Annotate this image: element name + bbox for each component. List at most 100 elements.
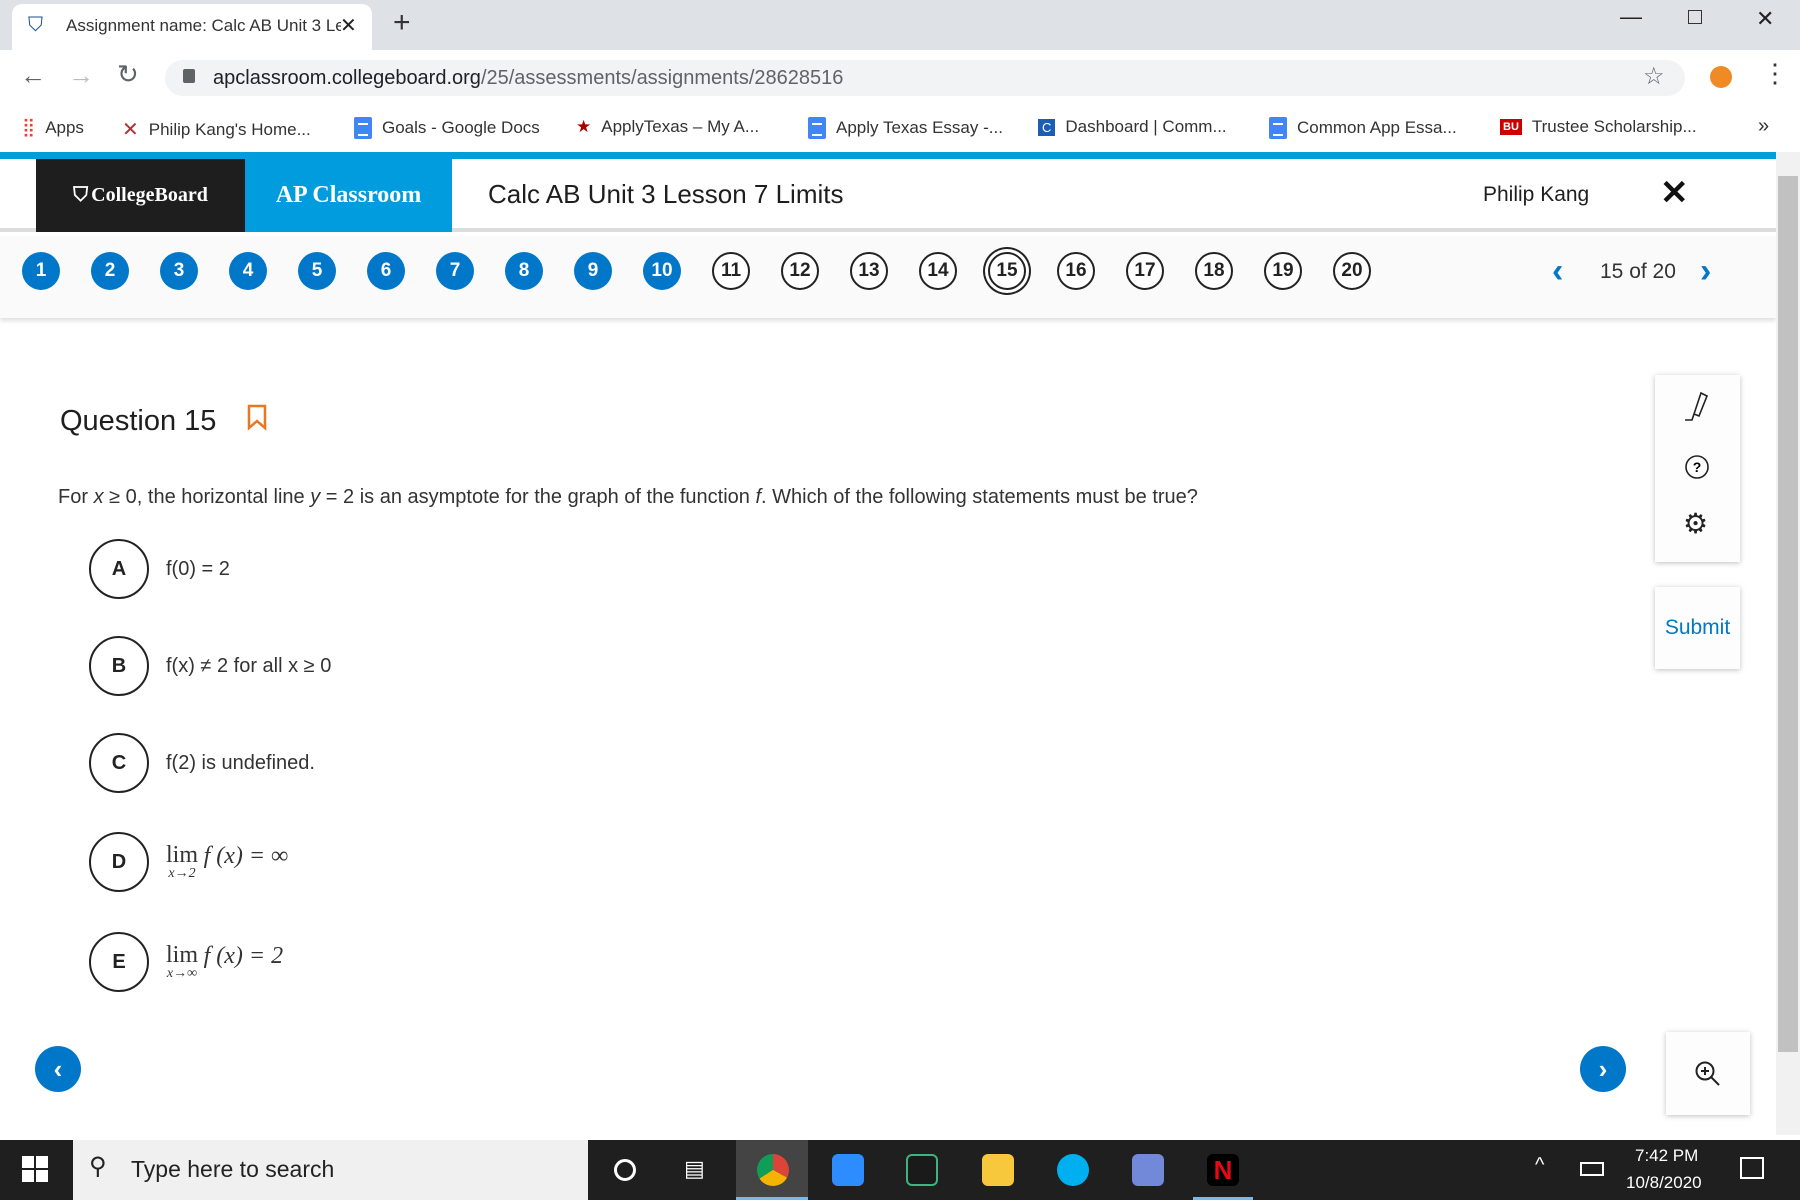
highlighter-icon[interactable] — [1683, 390, 1713, 424]
url-host: apclassroom.collegeboard.org — [213, 67, 481, 89]
option-c[interactable]: Cf(2) is undefined. — [89, 733, 315, 793]
restore-icon[interactable] — [1688, 10, 1702, 24]
browser-tab[interactable]: ⛉ Assignment name: Calc AB Unit 3 Lesson… — [12, 4, 372, 50]
question-counter: 15 of 20 — [1600, 260, 1676, 284]
option-letter[interactable]: E — [89, 932, 149, 992]
bookmark-dashboard[interactable]: CDashboard | Comm... — [1038, 117, 1227, 137]
clock-time[interactable]: 7:42 PM — [1635, 1146, 1698, 1166]
zoom-app-icon[interactable] — [832, 1154, 864, 1186]
bookmark-apps[interactable]: ⣿Apps — [22, 117, 84, 138]
option-letter[interactable]: A — [89, 539, 149, 599]
question-2-button[interactable]: 2 — [91, 252, 129, 290]
stem-text: ≥ 0, the horizontal line — [104, 486, 311, 508]
settings-icon[interactable]: ⚙ — [1683, 507, 1708, 540]
question-14-button[interactable]: 14 — [919, 252, 957, 290]
option-a[interactable]: Af(0) = 2 — [89, 539, 230, 599]
tab-title: Assignment name: Calc AB Unit 3 Lesson 7… — [66, 16, 341, 36]
notifications-icon[interactable] — [1740, 1157, 1764, 1179]
exit-icon[interactable]: ✕ — [1660, 173, 1689, 213]
question-16-button[interactable]: 16 — [1057, 252, 1095, 290]
bookmark-label: ApplyTexas – My A... — [601, 117, 759, 137]
assignment-title: Calc AB Unit 3 Lesson 7 Limits — [488, 179, 844, 210]
question-12-button[interactable]: 12 — [781, 252, 819, 290]
file-explorer-icon[interactable] — [982, 1154, 1014, 1186]
question-8-button[interactable]: 8 — [505, 252, 543, 290]
question-11-button[interactable]: 11 — [712, 252, 750, 290]
taskbar-search[interactable]: ⚲ Type here to search — [73, 1140, 588, 1200]
previous-page-button[interactable]: ‹ — [35, 1046, 81, 1092]
tray-chevron-icon[interactable]: ^ — [1535, 1154, 1544, 1177]
skype-icon[interactable] — [1057, 1154, 1089, 1186]
lock-icon — [183, 69, 195, 83]
close-tab-icon[interactable]: ✕ — [340, 13, 357, 38]
bookmark-home[interactable]: ✕Philip Kang's Home... — [122, 117, 311, 142]
option-e[interactable]: Elimx→∞ f (x) = 2 — [89, 932, 283, 992]
question-17-button[interactable]: 17 — [1126, 252, 1164, 290]
reload-icon[interactable]: ↻ — [117, 59, 139, 90]
question-7-button[interactable]: 7 — [436, 252, 474, 290]
next-question-icon[interactable]: › — [1700, 252, 1711, 291]
apps-grid-icon: ⣿ — [22, 117, 35, 138]
question-20-button[interactable]: 20 — [1333, 252, 1371, 290]
chrome-icon[interactable] — [757, 1154, 789, 1186]
bookmark-icon[interactable] — [246, 404, 268, 432]
zoom-button[interactable] — [1666, 1032, 1750, 1115]
option-b[interactable]: Bf(x) ≠ 2 for all x ≥ 0 — [89, 636, 331, 696]
bookmark-applytexas[interactable]: ★ApplyTexas – My A... — [576, 117, 759, 137]
bookmark-label: Philip Kang's Home... — [149, 120, 311, 140]
snipping-app-icon[interactable] — [906, 1154, 938, 1186]
google-docs-icon — [808, 117, 826, 139]
bookmark-trustee[interactable]: BUTrustee Scholarship... — [1500, 117, 1697, 137]
question-18-button[interactable]: 18 — [1195, 252, 1233, 290]
cortana-icon[interactable] — [614, 1159, 636, 1181]
brand-label: CollegeBoard — [91, 184, 208, 207]
option-letter[interactable]: B — [89, 636, 149, 696]
bookmark-commonapp-essay[interactable]: Common App Essa... — [1269, 117, 1457, 139]
close-window-icon[interactable]: ✕ — [1756, 6, 1774, 32]
extension-icon[interactable] — [1710, 66, 1732, 88]
task-view-icon[interactable]: ▤ — [684, 1156, 705, 1182]
stem-text: = 2 is an asymptote for the graph of the… — [320, 486, 755, 508]
bookmark-star-icon[interactable]: ☆ — [1643, 62, 1665, 91]
svg-text:?: ? — [1693, 459, 1702, 475]
question-13-button[interactable]: 13 — [850, 252, 888, 290]
battery-icon[interactable] — [1580, 1162, 1604, 1176]
question-title-text: Question 15 — [60, 405, 216, 437]
scrollbar-thumb[interactable] — [1778, 176, 1798, 1052]
collegeboard-favicon-icon: ⛉ — [28, 14, 43, 37]
back-icon[interactable]: ← — [20, 60, 46, 91]
question-6-button[interactable]: 6 — [367, 252, 405, 290]
question-15-button[interactable]: 15 — [988, 252, 1026, 290]
netflix-icon[interactable]: N — [1207, 1154, 1239, 1186]
windows-start-icon[interactable] — [22, 1156, 48, 1182]
question-4-button[interactable]: 4 — [229, 252, 267, 290]
stem-text: For — [58, 486, 94, 508]
submit-button[interactable]: Submit — [1655, 587, 1740, 669]
discord-icon[interactable] — [1132, 1154, 1164, 1186]
new-tab-icon[interactable]: + — [393, 6, 411, 40]
question-10-button[interactable]: 10 — [643, 252, 681, 290]
forward-icon[interactable]: → — [68, 60, 94, 91]
bookmark-goals[interactable]: Goals - Google Docs — [354, 117, 540, 139]
url-bar[interactable]: apclassroom.collegeboard.org/25/assessme… — [165, 60, 1685, 96]
search-placeholder: Type here to search — [131, 1156, 334, 1183]
next-page-button[interactable]: › — [1580, 1046, 1626, 1092]
bookmarks-bar: ⣿Apps ✕Philip Kang's Home... Goals - Goo… — [0, 105, 1800, 152]
previous-question-icon[interactable]: ‹ — [1552, 252, 1563, 291]
option-letter[interactable]: D — [89, 832, 149, 892]
clock-date[interactable]: 10/8/2020 — [1626, 1173, 1702, 1193]
ap-classroom-logo: AP Classroom — [245, 159, 452, 232]
question-19-button[interactable]: 19 — [1264, 252, 1302, 290]
option-letter[interactable]: C — [89, 733, 149, 793]
more-bookmarks-icon[interactable]: » — [1758, 115, 1769, 138]
question-9-button[interactable]: 9 — [574, 252, 612, 290]
question-1-button[interactable]: 1 — [22, 252, 60, 290]
menu-icon[interactable]: ⋮ — [1762, 58, 1788, 89]
help-icon[interactable]: ? — [1684, 454, 1710, 480]
search-icon: ⚲ — [89, 1152, 107, 1181]
question-3-button[interactable]: 3 — [160, 252, 198, 290]
question-5-button[interactable]: 5 — [298, 252, 336, 290]
option-d[interactable]: Dlimx→2 f (x) = ∞ — [89, 832, 288, 892]
bookmark-essay[interactable]: Apply Texas Essay -... — [808, 117, 1003, 139]
minimize-icon[interactable]: — — [1620, 4, 1642, 30]
